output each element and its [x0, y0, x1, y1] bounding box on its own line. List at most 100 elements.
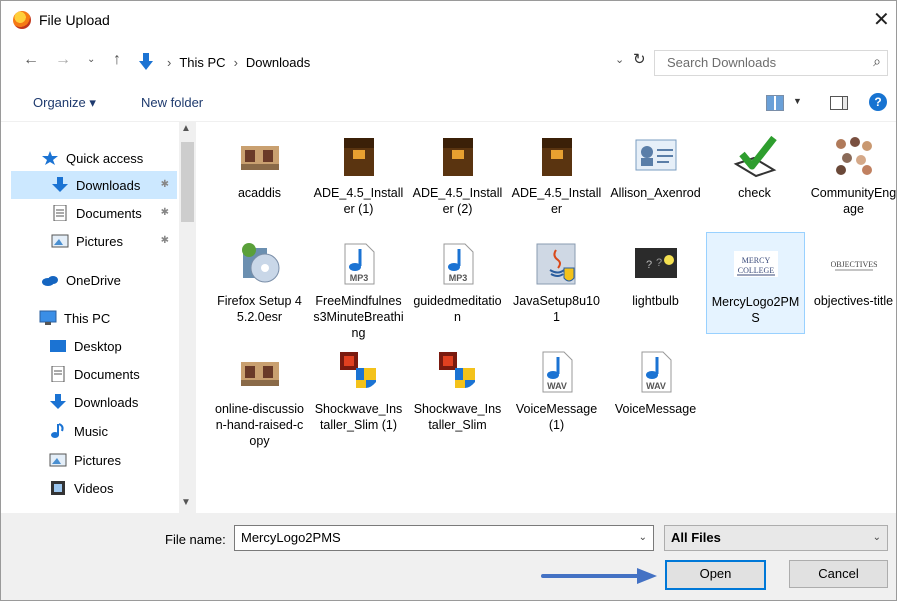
recent-locations-chevron-icon[interactable]: ⌄ [87, 54, 95, 65]
file-name-label: acaddis [237, 186, 282, 200]
sidebar-item-pictures[interactable]: Pictures [1, 446, 181, 474]
file-type-select[interactable]: All Files ⌄ [664, 525, 888, 551]
onedrive-cloud-icon [42, 276, 58, 286]
file-name-label: VoiceMessage [614, 402, 697, 416]
sidebar-item-label: Quick access [66, 150, 144, 166]
wav-icon: WAV [641, 351, 672, 393]
file-item[interactable]: Firefox Setup 45.2.0esr [211, 232, 308, 332]
file-item[interactable]: WAV VoiceMessage [607, 340, 704, 440]
document-icon [53, 205, 67, 221]
file-name-label: lightbulb [632, 294, 679, 308]
svg-text:MERCY: MERCY [742, 256, 771, 265]
pin-icon[interactable]: ✱ [161, 235, 169, 246]
file-type-value: All Files [671, 530, 721, 545]
file-name-label: guidedmeditation [413, 294, 502, 324]
sidebar-item-pictures-quick[interactable]: Pictures ✱ [11, 227, 177, 255]
file-item[interactable]: ADE_4.5_Installer (2) [409, 124, 506, 224]
sidebar-scroll-thumb[interactable] [181, 142, 194, 222]
open-button[interactable]: Open [665, 560, 766, 590]
breadcrumb-separator-icon: › [233, 54, 238, 70]
change-view-icon[interactable] [766, 95, 784, 111]
sidebar-item-desktop[interactable]: Desktop [1, 332, 181, 360]
refresh-icon[interactable]: ↻ [633, 50, 646, 68]
downloads-arrow-icon [50, 394, 66, 409]
file-item[interactable]: acaddis [211, 124, 308, 224]
breadcrumb[interactable]: › This PC › Downloads [139, 50, 645, 74]
file-name-label: Shockwave_Installer_Slim (1) [314, 402, 403, 432]
file-item[interactable]: ADE_4.5_Installer (1) [310, 124, 407, 224]
preview-pane-icon[interactable] [830, 96, 848, 110]
file-name-input[interactable]: MercyLogo2PMS ⌄ [234, 525, 654, 551]
file-item[interactable]: WAV VoiceMessage (1) [508, 340, 605, 440]
installer-box-icon [542, 138, 572, 176]
svg-text:WAV: WAV [547, 381, 567, 391]
cancel-button[interactable]: Cancel [789, 560, 888, 588]
file-name-dropdown-chevron-icon[interactable]: ⌄ [639, 532, 647, 543]
back-arrow-icon[interactable]: ← [23, 51, 39, 69]
organize-menu-button[interactable]: Organize ▾ [33, 95, 96, 111]
mp3-icon: MP3 [443, 243, 474, 285]
breadcrumb-downloads[interactable]: Downloads [246, 55, 310, 70]
downloads-arrow-icon [139, 53, 153, 70]
file-item[interactable]: MERCY COLLEGE MercyLogo2PMS [706, 232, 805, 334]
sidebar-item-label: OneDrive [66, 272, 121, 288]
file-grid: acaddis ADE_4.5_Installer (1) ADE_4.5_Inst… [199, 124, 896, 513]
setup-cd-icon [242, 243, 280, 283]
sidebar-item-label: Downloads [74, 394, 139, 410]
sidebar-item-label: Music [74, 423, 108, 439]
music-note-icon [51, 423, 64, 438]
file-item[interactable]: MP3 guidedmeditation [409, 232, 506, 332]
file-item[interactable]: ?? lightbulb [607, 232, 704, 332]
scroll-up-chevron-icon[interactable]: ▲ [181, 123, 191, 134]
file-item[interactable]: CommunityEngage [805, 124, 896, 224]
file-name-value: MercyLogo2PMS [241, 530, 341, 545]
pin-icon[interactable]: ✱ [161, 179, 169, 190]
search-input[interactable]: Search Downloads ⌕ [654, 50, 888, 76]
file-item[interactable]: MP3 FreeMindfulness3MinuteBreathing [310, 232, 407, 340]
file-name-label: Allison_Axenrod [610, 186, 701, 200]
svg-text:MP3: MP3 [350, 273, 369, 283]
file-item[interactable]: online-discussion-hand-raised-copy [211, 340, 308, 448]
file-name-label: ADE_4.5_Installer [511, 186, 602, 216]
file-item[interactable]: OBJECTIVES objectives-title [805, 232, 896, 332]
pin-icon[interactable]: ✱ [161, 207, 169, 218]
firefox-icon [13, 11, 31, 29]
file-item[interactable]: Shockwave_Installer_Slim [409, 340, 506, 440]
new-folder-button[interactable]: New folder [141, 95, 203, 110]
sidebar-item-downloads-quick[interactable]: Downloads ✱ [11, 171, 177, 199]
java-installer-icon [536, 243, 576, 285]
file-item[interactable]: check [706, 124, 803, 224]
file-item[interactable]: ADE_4.5_Installer [508, 124, 605, 224]
file-item[interactable]: Allison_Axenrod [607, 124, 704, 224]
sidebar-item-downloads[interactable]: Downloads [1, 388, 181, 416]
sidebar-item-documents-quick[interactable]: Documents ✱ [11, 199, 177, 227]
scroll-down-chevron-icon[interactable]: ▼ [181, 497, 191, 508]
sidebar-item-label: This PC [64, 310, 111, 326]
address-dropdown-chevron-icon[interactable]: ⌄ [615, 53, 624, 66]
sidebar-item-quick-access[interactable]: Quick access [1, 144, 181, 172]
up-arrow-icon[interactable]: ↑ [113, 51, 121, 69]
sidebar-item-label: Downloads [76, 177, 141, 193]
bottom-bar: File name: MercyLogo2PMS ⌄ All Files ⌄ O… [1, 513, 896, 600]
file-item[interactable]: JavaSetup8u101 [508, 232, 605, 332]
close-button[interactable]: ✕ [873, 7, 890, 32]
sidebar-item-this-pc[interactable]: This PC [1, 304, 181, 332]
shockwave-installer-icon [340, 352, 376, 388]
file-name-label: JavaSetup8u101 [513, 294, 600, 324]
sidebar-item-videos[interactable]: Videos [1, 474, 181, 502]
file-item[interactable]: Shockwave_Installer_Slim (1) [310, 340, 407, 440]
image-thumbnail-icon [241, 146, 279, 170]
objectives-image-icon: OBJECTIVES [831, 252, 877, 274]
sidebar-item-label: Pictures [74, 452, 121, 468]
sidebar-item-music[interactable]: Music [1, 417, 181, 445]
desktop-icon [50, 340, 66, 352]
svg-text:?: ? [646, 259, 652, 271]
lightbulb-image-icon: ?? [635, 248, 677, 278]
breadcrumb-this-pc[interactable]: This PC [179, 55, 225, 70]
document-icon [51, 366, 65, 382]
help-icon[interactable]: ? [869, 93, 887, 111]
forward-arrow-icon[interactable]: → [55, 51, 71, 69]
view-options-chevron-icon[interactable]: ▼ [793, 96, 802, 106]
sidebar-item-onedrive[interactable]: OneDrive [1, 266, 181, 294]
sidebar-item-documents[interactable]: Documents [1, 360, 181, 388]
